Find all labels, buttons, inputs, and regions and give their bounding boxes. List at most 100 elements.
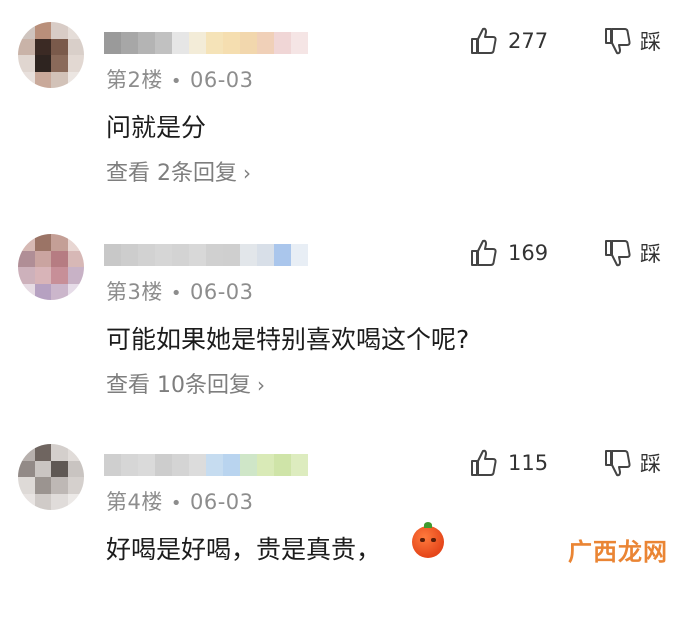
comment-item: 第2楼 • 06-03 问就是分 查看 2条回复 › 277 踩: [0, 0, 700, 200]
username-pixel: [189, 454, 206, 476]
avatar-pixel: [67, 234, 84, 251]
avatar-pixel: [18, 444, 35, 461]
avatar-pixel: [51, 283, 68, 300]
avatar-pixel: [51, 493, 68, 510]
username-pixel: [189, 244, 206, 266]
avatar-pixel: [67, 444, 84, 461]
username-pixel: [155, 32, 172, 54]
avatar-pixel: [67, 55, 84, 72]
avatar-pixel: [67, 71, 84, 88]
username-blurred[interactable]: [104, 454, 308, 476]
username-pixel: [206, 244, 223, 266]
username-pixel: [121, 244, 138, 266]
thumbs-down-icon: [605, 240, 631, 267]
replies-label: 查看 2条回复: [106, 161, 237, 186]
avatar-pixel: [67, 477, 84, 494]
like-count: 169: [508, 241, 549, 265]
dislike-button[interactable]: 踩: [604, 448, 661, 478]
avatar-pixel: [67, 250, 84, 267]
username-pixel: [172, 32, 189, 54]
avatar-pixel: [34, 250, 51, 267]
avatar-pixel: [67, 38, 84, 55]
like-button[interactable]: 277: [470, 26, 548, 56]
avatar-pixel: [18, 71, 35, 88]
username-pixel: [189, 32, 206, 54]
avatar-pixel: [18, 283, 35, 300]
username-pixel: [240, 454, 257, 476]
avatar-pixel: [51, 38, 68, 55]
comment-meta: 第4楼 • 06-03: [106, 490, 254, 514]
avatar-pixel: [51, 22, 68, 39]
replies-label: 查看 10条回复: [106, 373, 251, 398]
username-pixel: [291, 32, 308, 54]
watermark: 广西龙网: [568, 538, 668, 566]
username-pixel: [121, 454, 138, 476]
username-pixel: [274, 32, 291, 54]
avatar-pixel: [34, 444, 51, 461]
thumbs-down-icon: [605, 450, 631, 477]
comment-text: 好喝是好喝，贵是真贵，: [106, 535, 382, 564]
floor-label: 第4楼: [106, 490, 163, 514]
avatar-pixel: [67, 460, 84, 477]
username-pixel: [104, 454, 121, 476]
dislike-button[interactable]: 踩: [604, 238, 661, 268]
username-pixel: [138, 244, 155, 266]
avatar-pixel: [51, 234, 68, 251]
avatar-pixel: [18, 267, 35, 284]
username-blurred[interactable]: [104, 32, 308, 54]
dislike-label: 踩: [640, 242, 661, 266]
thumbs-up-icon: [471, 239, 497, 266]
username-pixel: [138, 32, 155, 54]
avatar-pixel: [51, 460, 68, 477]
like-button[interactable]: 169: [470, 238, 548, 268]
avatar-pixel: [34, 22, 51, 39]
username-pixel: [206, 32, 223, 54]
comment-date: 06-03: [190, 280, 254, 304]
username-pixel: [257, 454, 274, 476]
thumbs-down-icon: [605, 28, 631, 55]
avatar-pixel: [34, 267, 51, 284]
dislike-button[interactable]: 踩: [604, 26, 661, 56]
like-count: 115: [508, 451, 549, 475]
avatar-pixel: [67, 283, 84, 300]
avatar-pixel: [18, 250, 35, 267]
avatar-pixel: [34, 38, 51, 55]
chevron-right-icon: ›: [243, 161, 251, 185]
avatar-pixel: [51, 250, 68, 267]
avatar-pixel: [34, 55, 51, 72]
avatar-pixel: [18, 55, 35, 72]
floor-label: 第2楼: [106, 68, 163, 92]
username-pixel: [240, 32, 257, 54]
username-pixel: [155, 244, 172, 266]
view-replies-link[interactable]: 查看 10条回复 ›: [106, 367, 265, 399]
orange-emoji-icon: [412, 522, 444, 558]
username-pixel: [223, 244, 240, 266]
avatar[interactable]: [18, 234, 84, 300]
avatar-pixel: [18, 477, 35, 494]
like-button[interactable]: 115: [470, 448, 548, 478]
comment-date: 06-03: [190, 68, 254, 92]
username-pixel: [155, 454, 172, 476]
avatar-pixel: [67, 22, 84, 39]
username-pixel: [104, 244, 121, 266]
avatar-pixel: [18, 493, 35, 510]
comment-text: 可能如果她是特别喜欢喝这个呢?: [106, 325, 470, 354]
username-pixel: [274, 454, 291, 476]
username-pixel: [291, 454, 308, 476]
avatar-pixel: [34, 283, 51, 300]
avatar-pixel: [51, 444, 68, 461]
avatar[interactable]: [18, 22, 84, 88]
dislike-label: 踩: [640, 30, 661, 54]
avatar-pixel: [34, 477, 51, 494]
avatar[interactable]: [18, 444, 84, 510]
username-pixel: [257, 244, 274, 266]
avatar-pixel: [18, 460, 35, 477]
comment-text: 问就是分: [106, 113, 207, 142]
thumbs-up-icon: [471, 27, 497, 54]
view-replies-link[interactable]: 查看 2条回复 ›: [106, 155, 251, 187]
username-blurred[interactable]: [104, 244, 308, 266]
avatar-pixel: [34, 71, 51, 88]
username-pixel: [172, 454, 189, 476]
chevron-right-icon: ›: [257, 373, 265, 397]
avatar-pixel: [67, 493, 84, 510]
